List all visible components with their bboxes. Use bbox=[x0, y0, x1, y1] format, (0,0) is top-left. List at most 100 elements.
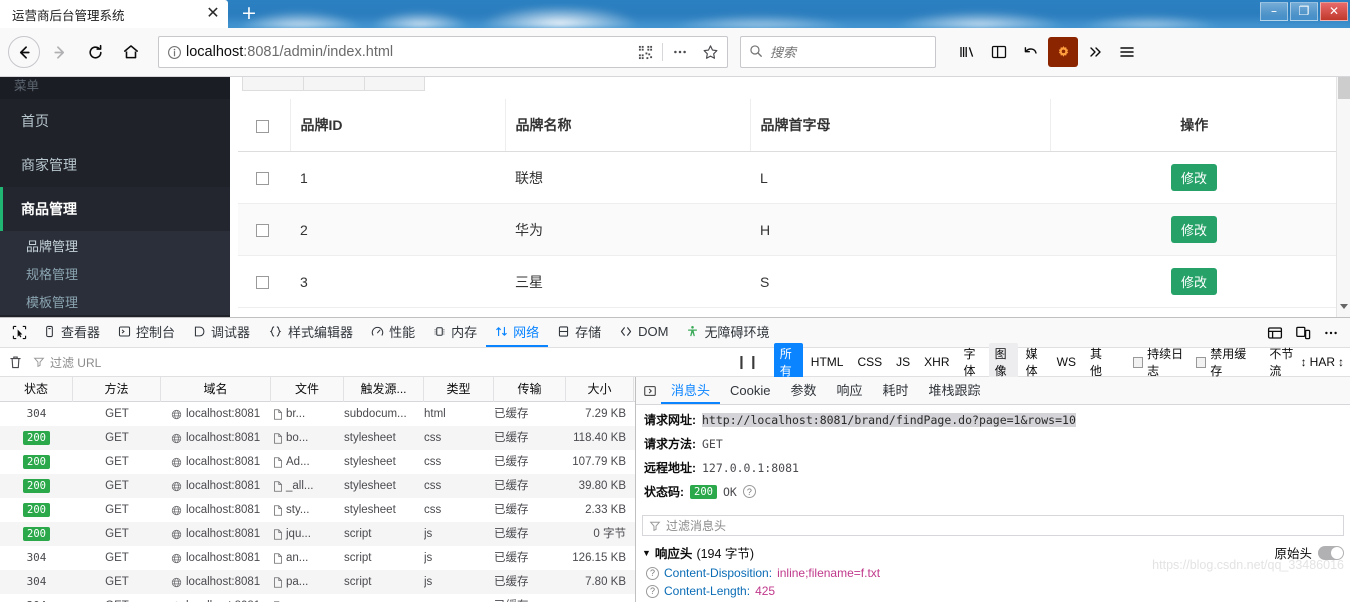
grid-toolbar-stub[interactable] bbox=[242, 77, 425, 91]
network-row[interactable]: 304 GET localhost:8081 pa... script js 已… bbox=[0, 570, 635, 594]
column-status[interactable]: 状态 bbox=[0, 377, 73, 402]
gear-icon[interactable] bbox=[1048, 37, 1078, 67]
sidebar-item-brand[interactable]: 品牌管理 bbox=[0, 231, 230, 259]
info-icon[interactable] bbox=[167, 45, 182, 60]
sidebar-item-spec[interactable]: 规格管理 bbox=[0, 259, 230, 287]
network-row[interactable]: 304 GET localhost:8081 已缓存 bbox=[0, 594, 635, 602]
column-transfer[interactable]: 传输 bbox=[494, 377, 566, 402]
detail-tab-response[interactable]: 响应 bbox=[827, 377, 873, 404]
network-row[interactable]: 304 GET localhost:8081 br... subdocum...… bbox=[0, 402, 635, 426]
devtools-menu-icon[interactable] bbox=[1318, 320, 1344, 346]
column-method[interactable]: 方法 bbox=[73, 377, 161, 402]
network-row[interactable]: 200 GET localhost:8081 Ad... stylesheet … bbox=[0, 450, 635, 474]
table-row[interactable]: 1 联想 L 修改 bbox=[238, 151, 1338, 204]
toolbar-button-stub[interactable] bbox=[242, 77, 303, 91]
table-row[interactable]: 3 三星 S 修改 bbox=[238, 255, 1338, 308]
disable-cache-checkbox[interactable] bbox=[1196, 356, 1207, 368]
help-icon[interactable]: ? bbox=[646, 566, 659, 580]
filter-html[interactable]: HTML bbox=[805, 353, 850, 371]
filter-other[interactable]: 其他 bbox=[1084, 343, 1113, 381]
scrollbar-thumb[interactable] bbox=[1338, 77, 1350, 99]
window-close-button[interactable]: ✕ bbox=[1320, 2, 1348, 21]
select-all-checkbox[interactable] bbox=[256, 119, 269, 133]
close-icon[interactable]: ✕ bbox=[204, 5, 222, 23]
overflow-chevrons-icon[interactable] bbox=[1080, 37, 1110, 67]
disable-cache-toggle[interactable]: 禁用缓存 bbox=[1196, 345, 1253, 379]
clear-requests-icon[interactable] bbox=[6, 355, 26, 370]
edit-button[interactable]: 修改 bbox=[1170, 216, 1217, 243]
detail-tab-headers[interactable]: 消息头 bbox=[661, 377, 721, 404]
filter-js[interactable]: JS bbox=[890, 353, 916, 371]
minimize-button[interactable]: – bbox=[1260, 2, 1288, 21]
tab-performance[interactable]: 性能 bbox=[362, 318, 424, 347]
detail-tab-stacktrace[interactable]: 堆栈跟踪 bbox=[919, 377, 991, 404]
qrcode-icon[interactable] bbox=[632, 39, 658, 65]
new-tab-button[interactable]: + bbox=[238, 3, 260, 25]
sidebar-icon[interactable] bbox=[984, 37, 1014, 67]
home-button[interactable] bbox=[114, 35, 148, 69]
responsive-mode-icon[interactable] bbox=[1290, 320, 1316, 346]
column-type[interactable]: 类型 bbox=[424, 377, 494, 402]
network-row[interactable]: 200 GET localhost:8081 bo... stylesheet … bbox=[0, 426, 635, 450]
tab-style-editor[interactable]: 样式编辑器 bbox=[259, 318, 362, 347]
address-bar[interactable]: localhost:8081/admin/index.html bbox=[158, 36, 728, 68]
toolbar-button-stub[interactable] bbox=[303, 77, 364, 91]
back-button[interactable] bbox=[8, 36, 40, 68]
filter-css[interactable]: CSS bbox=[851, 353, 888, 371]
tab-debugger[interactable]: 调试器 bbox=[184, 318, 259, 347]
detail-tab-timings[interactable]: 耗时 bbox=[873, 377, 919, 404]
filter-media[interactable]: 媒体 bbox=[1020, 343, 1049, 381]
search-input[interactable] bbox=[770, 44, 927, 60]
page-scrollbar[interactable] bbox=[1336, 77, 1350, 317]
table-row[interactable]: 2 华为 H 修改 bbox=[238, 203, 1338, 256]
element-picker-icon[interactable] bbox=[4, 319, 34, 347]
library-icon[interactable] bbox=[952, 37, 982, 67]
raw-headers-toggle[interactable]: 原始头 bbox=[1274, 543, 1344, 562]
column-select-all[interactable] bbox=[238, 99, 290, 152]
filter-all[interactable]: 所有 bbox=[773, 343, 803, 381]
row-select-cell[interactable] bbox=[238, 151, 290, 204]
reload-button[interactable] bbox=[78, 35, 112, 69]
column-file[interactable]: 文件 bbox=[271, 377, 344, 402]
chevron-down-icon[interactable]: ▼ bbox=[642, 548, 651, 558]
row-checkbox[interactable] bbox=[256, 172, 269, 186]
page-actions-icon[interactable] bbox=[667, 39, 693, 65]
column-size[interactable]: 大小 bbox=[566, 377, 634, 402]
undo-icon[interactable] bbox=[1016, 37, 1046, 67]
sidebar-item-template[interactable]: 模板管理 bbox=[0, 287, 230, 315]
persist-logs-checkbox[interactable] bbox=[1133, 356, 1144, 368]
url-filter-input[interactable]: 过滤 URL bbox=[32, 352, 722, 373]
row-checkbox[interactable] bbox=[256, 276, 269, 290]
sidebar-item-merchant[interactable]: 商家管理 bbox=[0, 143, 230, 187]
persist-logs-toggle[interactable]: 持续日志 bbox=[1133, 345, 1190, 379]
network-row[interactable]: 200 GET localhost:8081 _all... styleshee… bbox=[0, 474, 635, 498]
tab-memory[interactable]: 内存 bbox=[424, 318, 486, 347]
help-icon[interactable]: ? bbox=[646, 584, 659, 598]
tab-accessibility[interactable]: 无障碍环境 bbox=[677, 318, 778, 347]
field-value[interactable]: http://localhost:8081/brand/findPage.do?… bbox=[702, 412, 1076, 427]
filter-font[interactable]: 字体 bbox=[958, 343, 987, 381]
edit-button[interactable]: 修改 bbox=[1170, 164, 1217, 191]
headers-filter-input[interactable]: 过滤消息头 bbox=[642, 515, 1344, 536]
edit-button[interactable]: 修改 bbox=[1170, 268, 1217, 295]
response-headers-section[interactable]: ▼ 响应头 (194 字节) 原始头 bbox=[642, 543, 1344, 562]
tab-console[interactable]: 控制台 bbox=[109, 318, 184, 347]
detail-tab-cookie[interactable]: Cookie bbox=[720, 377, 780, 404]
browser-tab[interactable]: 运营商后台管理系统 ✕ bbox=[0, 0, 228, 28]
help-icon[interactable]: ? bbox=[742, 485, 756, 498]
row-select-cell[interactable] bbox=[238, 255, 290, 308]
search-bar[interactable] bbox=[740, 36, 936, 68]
network-row[interactable]: 200 GET localhost:8081 sty... stylesheet… bbox=[0, 498, 635, 522]
maximize-restore-button[interactable]: ❐ bbox=[1290, 2, 1318, 21]
toolbar-button-stub[interactable] bbox=[364, 77, 425, 91]
scroll-down-arrow-icon[interactable] bbox=[1340, 304, 1348, 309]
row-checkbox[interactable] bbox=[256, 224, 269, 238]
sidebar-item-product[interactable]: 商品管理 bbox=[0, 187, 230, 231]
tab-storage[interactable]: 存储 bbox=[548, 318, 610, 347]
toggle-switch[interactable] bbox=[1318, 545, 1344, 560]
hamburger-menu-icon[interactable] bbox=[1112, 37, 1142, 67]
filter-ws[interactable]: WS bbox=[1051, 353, 1082, 371]
row-select-cell[interactable] bbox=[238, 203, 290, 256]
detail-back-icon[interactable] bbox=[639, 380, 661, 402]
tab-network[interactable]: 网络 bbox=[486, 318, 549, 347]
